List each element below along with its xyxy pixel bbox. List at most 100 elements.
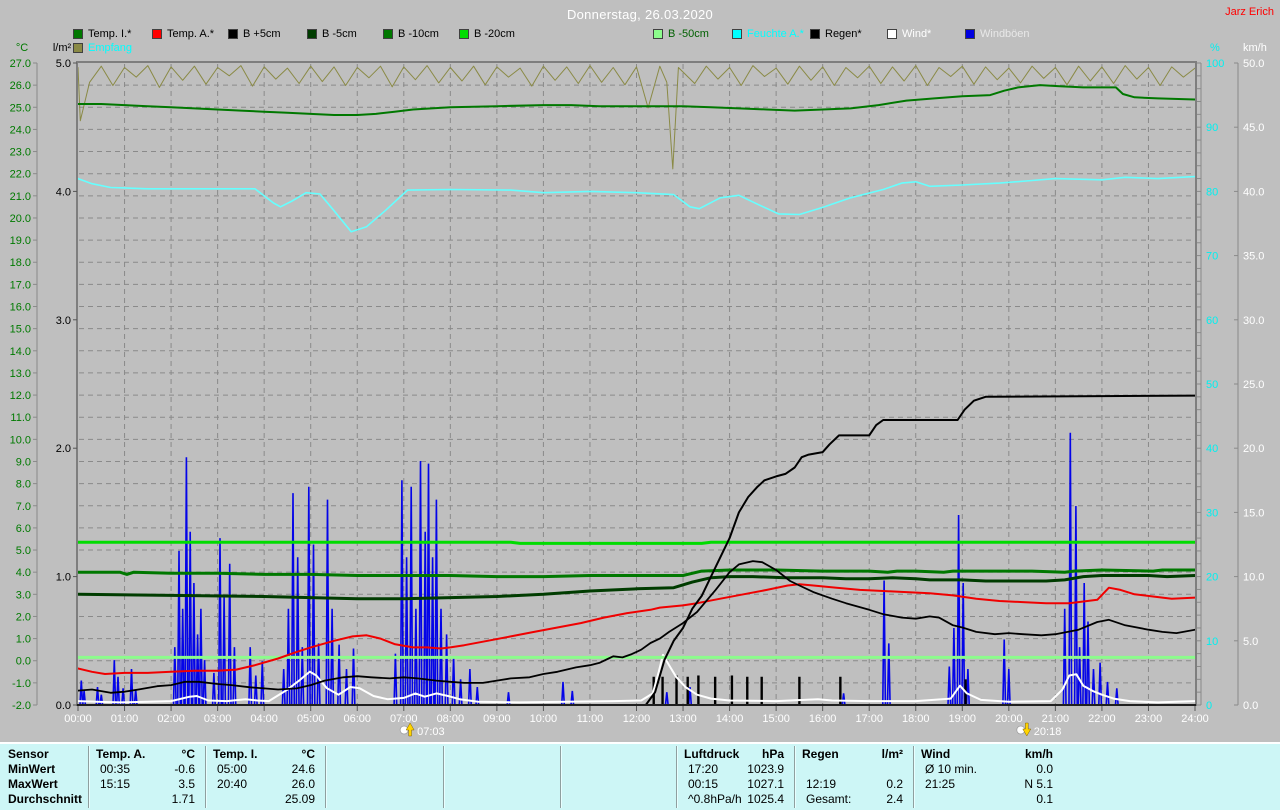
svg-text:19:00: 19:00 xyxy=(949,713,977,725)
svg-text:13.0: 13.0 xyxy=(10,368,31,380)
table-value-cell: N 5.1 xyxy=(1024,777,1053,791)
svg-text:15:00: 15:00 xyxy=(762,713,790,725)
svg-text:20.0: 20.0 xyxy=(1243,443,1264,455)
svg-text:01:00: 01:00 xyxy=(111,713,139,725)
svg-text:4.0: 4.0 xyxy=(16,567,31,579)
svg-text:100: 100 xyxy=(1206,58,1224,70)
svg-text:21:00: 21:00 xyxy=(1042,713,1070,725)
svg-text:0.0: 0.0 xyxy=(1243,700,1258,712)
table-section-unit: °C xyxy=(181,747,195,761)
axis-wind: 0.0 5.0 10.0 15.0 20.0 25.0 30.0 35.0 40.0 45.0 50… xyxy=(1234,42,1267,712)
table-section-unit: °C xyxy=(301,747,315,761)
weather-app-screen: Donnerstag, 26.03.2020 Jarz Erich Temp. … xyxy=(0,0,1280,810)
svg-text:05:00: 05:00 xyxy=(297,713,325,725)
table-separator xyxy=(560,746,561,808)
svg-text:09:00: 09:00 xyxy=(483,713,511,725)
svg-text:10:00: 10:00 xyxy=(530,713,558,725)
svg-text:07:03: 07:03 xyxy=(417,726,445,738)
table-separator xyxy=(443,746,444,808)
table-value-cell: 0.1 xyxy=(1036,792,1053,806)
svg-text:4.0: 4.0 xyxy=(56,186,71,198)
svg-text:16:00: 16:00 xyxy=(809,713,837,725)
svg-text:14:00: 14:00 xyxy=(716,713,744,725)
svg-text:12:00: 12:00 xyxy=(623,713,651,725)
svg-text:21.0: 21.0 xyxy=(10,191,31,203)
svg-text:24:00: 24:00 xyxy=(1181,713,1209,725)
svg-text:10.0: 10.0 xyxy=(10,434,31,446)
table-row-label: Durchschnitt xyxy=(8,792,83,806)
svg-text:10: 10 xyxy=(1206,636,1218,648)
svg-text:08:00: 08:00 xyxy=(437,713,465,725)
svg-text:1.0: 1.0 xyxy=(16,634,31,646)
svg-text:3.0: 3.0 xyxy=(56,315,71,327)
table-value-cell: 25.09 xyxy=(284,792,315,806)
series-line xyxy=(78,540,1195,545)
svg-text:70: 70 xyxy=(1206,251,1218,263)
svg-text:2.0: 2.0 xyxy=(56,443,71,455)
axis-time: 00:00 01:00 02:00 03:00 04:00 05:00 06:00 07:00… xyxy=(64,706,1209,725)
svg-text:20: 20 xyxy=(1206,572,1218,584)
table-value-cell: 1023.9 xyxy=(747,762,784,776)
series-line xyxy=(78,65,1195,170)
svg-text:8.0: 8.0 xyxy=(16,479,31,491)
svg-text:0: 0 xyxy=(1206,700,1212,712)
svg-text:11:00: 11:00 xyxy=(577,713,604,725)
svg-text:30.0: 30.0 xyxy=(1243,315,1264,327)
svg-text:25.0: 25.0 xyxy=(10,102,31,114)
svg-text:20:18: 20:18 xyxy=(1034,726,1062,738)
svg-text:14.0: 14.0 xyxy=(10,346,31,358)
table-row-label: MinWert xyxy=(8,762,56,776)
table-row-label: Sensor xyxy=(8,747,49,761)
svg-text:7.0: 7.0 xyxy=(16,501,31,513)
svg-text:60: 60 xyxy=(1206,315,1218,327)
svg-text:22.0: 22.0 xyxy=(10,169,31,181)
table-section-unit: hPa xyxy=(761,747,784,761)
svg-text:20:00: 20:00 xyxy=(995,713,1023,725)
svg-text:5.0: 5.0 xyxy=(1243,636,1258,648)
table-value-cell: 26.0 xyxy=(291,777,315,791)
weather-chart: -2.0 -1.0 0.0 1.0 2.0 3.0 4.0 5.0 6.0 7.0 8.0 9.0 10… xyxy=(10,42,1267,738)
svg-text:-1.0: -1.0 xyxy=(12,678,31,690)
table-separator xyxy=(325,746,326,808)
svg-text:06:00: 06:00 xyxy=(343,713,371,725)
svg-text:5.0: 5.0 xyxy=(56,58,71,70)
table-value-cell: 1.71 xyxy=(171,792,195,806)
svg-text:27.0: 27.0 xyxy=(10,58,31,70)
svg-text:35.0: 35.0 xyxy=(1243,251,1264,263)
summary-table: Sensor MinWert MaxWert Durchschnitt Temp. A.… xyxy=(0,742,1280,810)
table-section-unit: km/h xyxy=(1024,747,1053,761)
svg-text:50.0: 50.0 xyxy=(1243,58,1264,70)
axis-rain: 0.0 1.0 2.0 3.0 4.0 5.0 l/m² xyxy=(53,42,77,712)
table-value-cell: 0.2 xyxy=(886,777,903,791)
svg-text:16.0: 16.0 xyxy=(10,302,31,314)
svg-text:15.0: 15.0 xyxy=(10,324,31,336)
svg-text:22:00: 22:00 xyxy=(1088,713,1116,725)
svg-text:°C: °C xyxy=(16,42,28,54)
svg-text:6.0: 6.0 xyxy=(16,523,31,535)
svg-text:2.0: 2.0 xyxy=(16,611,31,623)
svg-text:17:00: 17:00 xyxy=(855,713,883,725)
svg-text:1.0: 1.0 xyxy=(56,572,71,584)
table-value-cell: 0.0 xyxy=(1036,762,1053,776)
svg-text:5.0: 5.0 xyxy=(16,545,31,557)
svg-text:%: % xyxy=(1210,42,1220,54)
axis-humidity: 0 10 20 30 40 50 60 70 80 90 100% xyxy=(1197,42,1224,712)
svg-text:20.0: 20.0 xyxy=(10,213,31,225)
table-value-cell: 3.5 xyxy=(178,777,195,791)
svg-text:26.0: 26.0 xyxy=(10,80,31,92)
svg-text:18.0: 18.0 xyxy=(10,257,31,269)
svg-text:-2.0: -2.0 xyxy=(12,700,31,712)
table-value-cell: -0.6 xyxy=(174,762,195,776)
svg-text:00:00: 00:00 xyxy=(64,713,92,725)
svg-text:50: 50 xyxy=(1206,379,1218,391)
svg-text:90: 90 xyxy=(1206,122,1218,134)
svg-text:24.0: 24.0 xyxy=(10,124,31,136)
svg-text:10.0: 10.0 xyxy=(1243,572,1264,584)
svg-text:11.0: 11.0 xyxy=(10,412,31,424)
svg-text:13:00: 13:00 xyxy=(669,713,697,725)
svg-text:23:00: 23:00 xyxy=(1135,713,1163,725)
svg-text:30: 30 xyxy=(1206,507,1218,519)
table-value-cell: 1025.4 xyxy=(747,792,784,806)
svg-text:03:00: 03:00 xyxy=(204,713,232,725)
table-value-cell: 1027.1 xyxy=(747,777,784,791)
